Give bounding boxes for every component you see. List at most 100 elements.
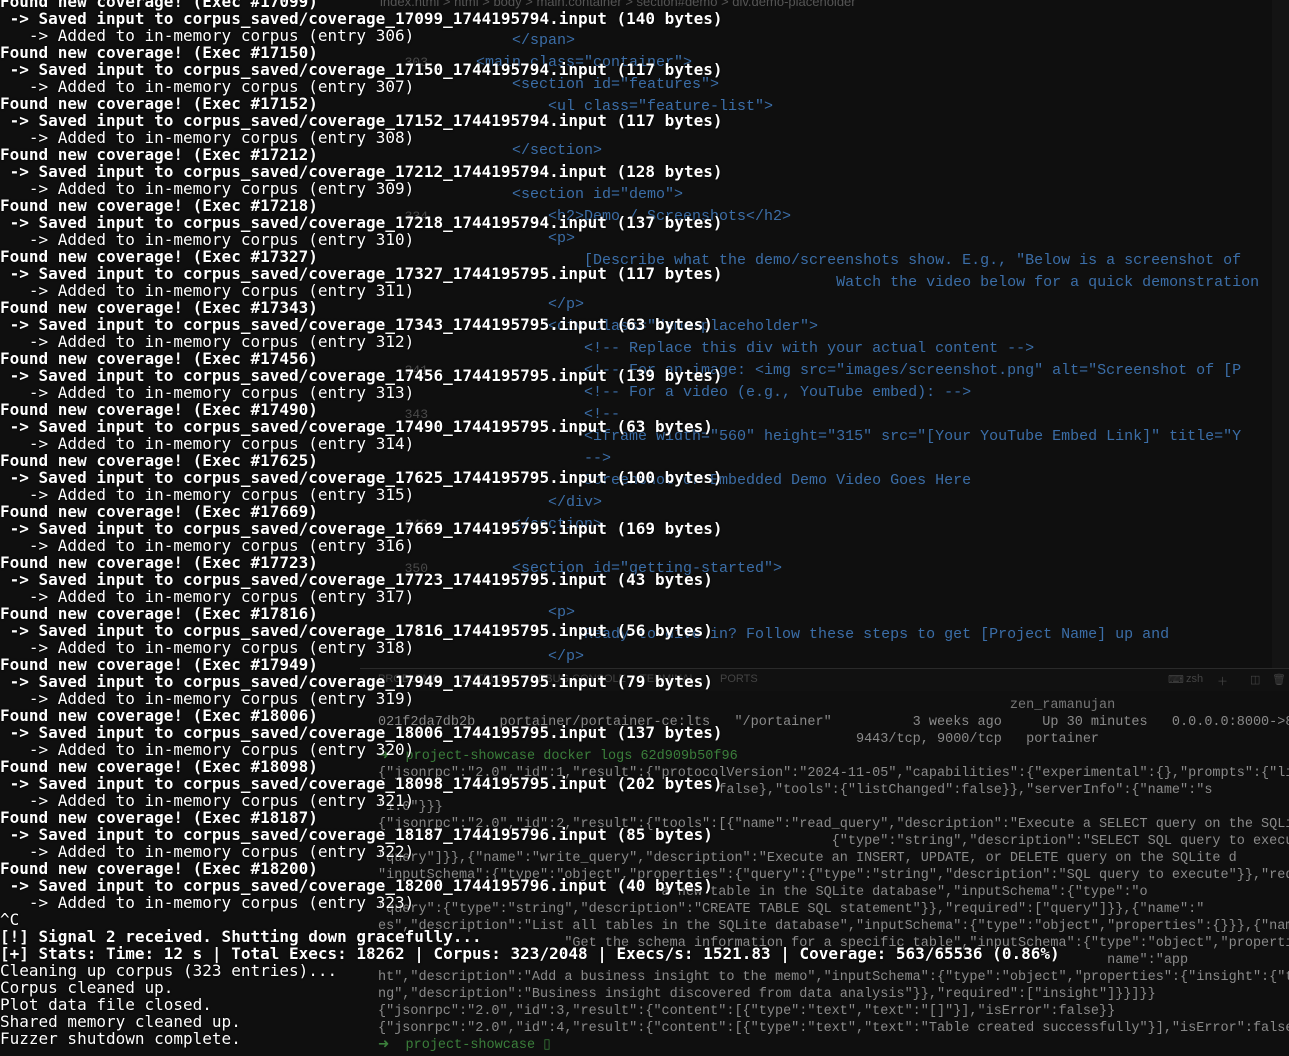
label-text: ) bbox=[404, 740, 415, 759]
label-text: ( bbox=[606, 672, 627, 691]
split-terminal-icon[interactable]: ◫ bbox=[1250, 673, 1260, 686]
coverage-found-line: Found new coverage! (Exec #18187) bbox=[0, 809, 900, 826]
label-text: bytes) bbox=[655, 468, 723, 487]
trash-icon[interactable]: 🗑 bbox=[1272, 673, 1286, 686]
label-text: bytes) bbox=[645, 417, 713, 436]
corpus-entry-number: 309 bbox=[375, 179, 405, 198]
corpus-added-line: -> Added to in-memory corpus (entry 319) bbox=[0, 690, 900, 707]
coverage-found-line: Found new coverage! (Exec #18006) bbox=[0, 707, 900, 724]
saved-input-line: -> Saved input to corpus_saved/coverage_… bbox=[0, 673, 900, 690]
shutdown-line: Corpus cleaned up. bbox=[0, 978, 174, 997]
saved-input-line: -> Saved input to corpus_saved/coverage_… bbox=[0, 622, 900, 639]
label-text: ) bbox=[404, 281, 415, 300]
corpus-added-line: -> Added to in-memory corpus (entry 314) bbox=[0, 435, 900, 452]
saved-input-line: -> Saved input to corpus_saved/coverage_… bbox=[0, 367, 900, 384]
corpus-added-line: -> Added to in-memory corpus (entry 316) bbox=[0, 537, 900, 554]
label-text: ) bbox=[404, 587, 415, 606]
corpus-entry-number: 315 bbox=[375, 485, 405, 504]
input-size: 117 bbox=[626, 60, 656, 79]
saved-input-line: -> Saved input to corpus_saved/coverage_… bbox=[0, 163, 900, 180]
corpus-entry-number: 317 bbox=[375, 587, 405, 606]
label-text: ( bbox=[606, 111, 627, 130]
new-terminal-icon[interactable]: ＋ bbox=[1217, 673, 1228, 689]
input-size: 140 bbox=[626, 9, 656, 28]
input-size: 56 bbox=[626, 621, 646, 640]
label-text: ) bbox=[404, 689, 415, 708]
label-text: ) bbox=[404, 383, 415, 402]
coverage-found-line: Found new coverage! (Exec #17490) bbox=[0, 401, 900, 418]
saved-input-line: -> Saved input to corpus_saved/coverage_… bbox=[0, 775, 900, 792]
label-text: ( bbox=[606, 723, 627, 742]
fuzzer-terminal[interactable]: Found new coverage! (Exec #17099) -> Sav… bbox=[0, 0, 1060, 1047]
input-size: 43 bbox=[626, 570, 646, 589]
label-text: bytes) bbox=[655, 162, 723, 181]
corpus-added-line: -> Added to in-memory corpus (entry 307) bbox=[0, 78, 900, 95]
input-size: 128 bbox=[626, 162, 656, 181]
input-size: 100 bbox=[626, 468, 656, 487]
coverage-found-line: Found new coverage! (Exec #17327) bbox=[0, 248, 900, 265]
corpus-added-line: -> Added to in-memory corpus (entry 322) bbox=[0, 843, 900, 860]
label-text: -> Added to in-memory corpus (entry bbox=[0, 893, 376, 912]
label-text: ) bbox=[404, 128, 415, 147]
corpus-added-line: -> Added to in-memory corpus (entry 308) bbox=[0, 129, 900, 146]
label-text: ( bbox=[606, 417, 627, 436]
input-size: 137 bbox=[626, 723, 656, 742]
input-size: 79 bbox=[626, 672, 646, 691]
coverage-found-line: Found new coverage! (Exec #17625) bbox=[0, 452, 900, 469]
saved-input-line: -> Saved input to corpus_saved/coverage_… bbox=[0, 316, 900, 333]
corpus-added-line: -> Added to in-memory corpus (entry 310) bbox=[0, 231, 900, 248]
corpus-entry-number: 320 bbox=[375, 740, 405, 759]
coverage-found-line: Found new coverage! (Exec #18098) bbox=[0, 758, 900, 775]
terminal-shell-icon[interactable]: ⌨ bbox=[1168, 673, 1184, 686]
label-text: bytes) bbox=[655, 366, 723, 385]
stats-line: [+] Stats: Time: 12 s | Total Execs: 182… bbox=[0, 944, 1060, 963]
shutdown-line: Cleaning up corpus (323 entries)... bbox=[0, 961, 338, 980]
label-text: bytes) bbox=[655, 774, 723, 793]
label-text: ) bbox=[404, 26, 415, 45]
label-text: bytes) bbox=[655, 111, 723, 130]
label-text: ) bbox=[404, 485, 415, 504]
label-text: ( bbox=[606, 570, 627, 589]
saved-input-line: -> Saved input to corpus_saved/coverage_… bbox=[0, 571, 900, 588]
saved-input-line: -> Saved input to corpus_saved/coverage_… bbox=[0, 61, 900, 78]
input-size: 137 bbox=[626, 213, 656, 232]
corpus-added-line: -> Added to in-memory corpus (entry 323) bbox=[0, 894, 900, 911]
label-text: ( bbox=[606, 876, 627, 895]
saved-input-line: -> Saved input to corpus_saved/coverage_… bbox=[0, 520, 900, 537]
label-text: ( bbox=[606, 60, 627, 79]
coverage-found-line: Found new coverage! (Exec #17816) bbox=[0, 605, 900, 622]
saved-input-line: -> Saved input to corpus_saved/coverage_… bbox=[0, 469, 900, 486]
label-text: bytes) bbox=[645, 876, 713, 895]
corpus-added-line: -> Added to in-memory corpus (entry 312) bbox=[0, 333, 900, 350]
input-size: 139 bbox=[626, 366, 656, 385]
corpus-entry-number: 311 bbox=[375, 281, 405, 300]
corpus-entry-number: 322 bbox=[375, 842, 405, 861]
label-text: ) bbox=[404, 893, 415, 912]
input-size: 169 bbox=[626, 519, 656, 538]
editor-scrollbar[interactable] bbox=[1272, 0, 1289, 670]
coverage-found-line: Found new coverage! (Exec #17212) bbox=[0, 146, 900, 163]
corpus-entry-number: 312 bbox=[375, 332, 405, 351]
corpus-added-line: -> Added to in-memory corpus (entry 315) bbox=[0, 486, 900, 503]
label-text: ) bbox=[404, 332, 415, 351]
coverage-found-line: Found new coverage! (Exec #17152) bbox=[0, 95, 900, 112]
corpus-added-line: -> Added to in-memory corpus (entry 306) bbox=[0, 27, 900, 44]
coverage-found-line: Found new coverage! (Exec #17150) bbox=[0, 44, 900, 61]
label-text: bytes) bbox=[655, 519, 723, 538]
terminal-shell-label[interactable]: zsh bbox=[1186, 673, 1203, 685]
label-text: ( bbox=[606, 366, 627, 385]
label-text: bytes) bbox=[645, 825, 713, 844]
corpus-entry-number: 316 bbox=[375, 536, 405, 555]
label-text: ) bbox=[404, 434, 415, 453]
input-size: 117 bbox=[626, 111, 656, 130]
saved-input-line: -> Saved input to corpus_saved/coverage_… bbox=[0, 418, 900, 435]
shutdown-line: ^C bbox=[0, 910, 20, 929]
corpus-entry-number: 310 bbox=[375, 230, 405, 249]
coverage-found-line: Found new coverage! (Exec #17669) bbox=[0, 503, 900, 520]
label-text: ) bbox=[404, 842, 415, 861]
label-text: bytes) bbox=[645, 315, 713, 334]
label-text: ( bbox=[606, 519, 627, 538]
label-text: ) bbox=[404, 77, 415, 96]
label-text: ( bbox=[606, 162, 627, 181]
saved-input-line: -> Saved input to corpus_saved/coverage_… bbox=[0, 826, 900, 843]
